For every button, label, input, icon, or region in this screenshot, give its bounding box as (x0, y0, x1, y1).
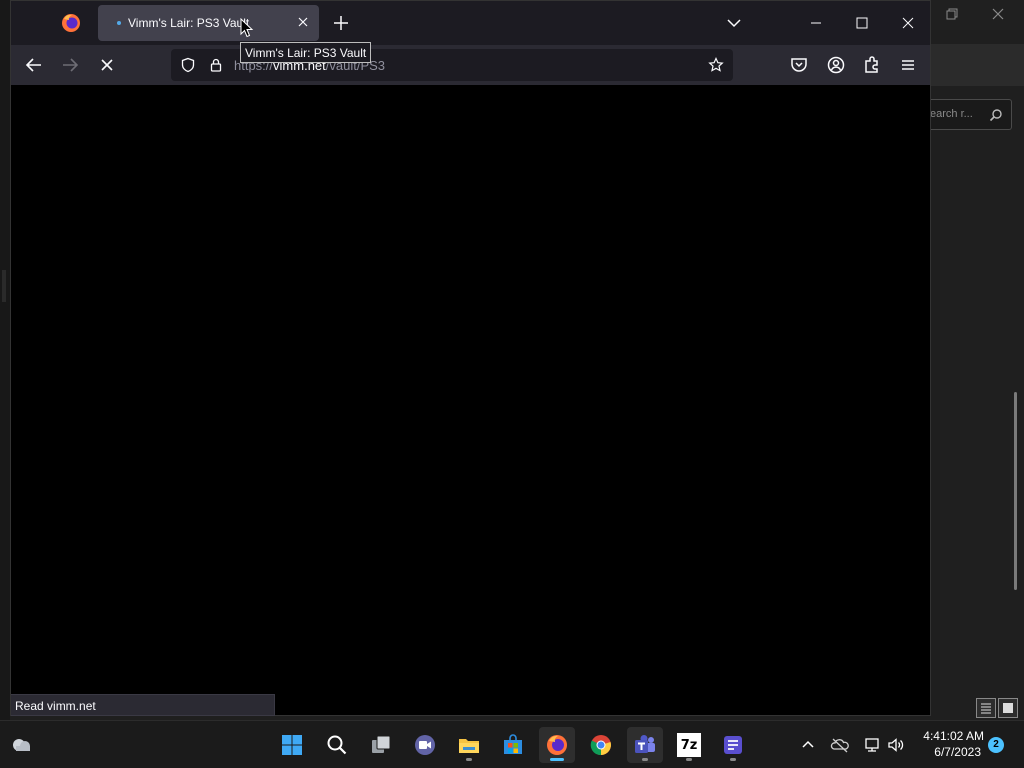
active-indicator (550, 758, 564, 761)
list-view-icon (981, 703, 991, 714)
restore-icon[interactable] (944, 6, 960, 22)
forward-arrow-icon[interactable] (58, 53, 82, 77)
microsoft-store-button[interactable] (495, 727, 531, 763)
status-panel: Read vimm.net (11, 694, 275, 716)
teams-button[interactable] (627, 727, 663, 763)
hamburger-menu-icon[interactable] (896, 53, 920, 77)
tab-vimms-lair[interactable]: Vimm's Lair: PS3 Vault (98, 5, 319, 41)
background-search-input[interactable]: earch r... (930, 99, 1012, 130)
teams-icon (635, 735, 655, 753)
background-scroll-mark (2, 270, 6, 302)
notification-badge[interactable]: 2 (988, 737, 1004, 753)
background-window-edge (0, 0, 10, 724)
firefox-taskbar-button[interactable] (539, 727, 575, 763)
running-indicator (642, 758, 648, 761)
notepad-icon (724, 736, 742, 754)
back-arrow-icon[interactable] (22, 53, 46, 77)
plus-icon[interactable] (331, 13, 351, 33)
shield-icon[interactable] (180, 57, 196, 73)
7zip-button[interactable]: 7z (671, 727, 707, 763)
firefox-icon (547, 735, 567, 755)
details-view-button[interactable] (976, 698, 996, 718)
task-view-button[interactable] (363, 727, 399, 763)
volume-icon[interactable] (886, 735, 906, 755)
windows-logo-icon (282, 735, 302, 755)
tab-loading-dot (117, 21, 121, 25)
close-window-icon[interactable] (894, 9, 922, 37)
navigation-toolbar: https://vimm.net/vault/PS3 (11, 45, 930, 85)
background-app-toolbar (930, 44, 1024, 86)
store-bag-icon (504, 734, 522, 754)
running-indicator (686, 758, 692, 761)
tab-title: Vimm's Lair: PS3 Vault (128, 16, 250, 30)
taskbar: 7z 4:41:02 AM 6/7/2023 2 (0, 720, 1024, 768)
search-icon[interactable] (988, 107, 1004, 123)
task-view-icon (372, 735, 391, 753)
network-icon[interactable] (862, 735, 882, 755)
minimize-icon[interactable] (802, 9, 830, 37)
mouse-cursor-icon (240, 18, 254, 38)
background-scrollbar[interactable] (1014, 392, 1017, 590)
chevron-up-icon[interactable] (798, 735, 818, 755)
notepad-button[interactable] (715, 727, 751, 763)
start-button[interactable] (274, 727, 310, 763)
weather-cloud-icon[interactable] (10, 733, 34, 757)
search-icon (327, 735, 347, 755)
maximize-icon[interactable] (848, 9, 876, 37)
chat-video-icon (415, 735, 435, 755)
page-content-area[interactable] (11, 85, 930, 715)
running-indicator (730, 758, 736, 761)
firefox-window: Vimm's Lair: PS3 Vault https://vimm.net/… (10, 0, 931, 716)
pocket-icon[interactable] (787, 53, 811, 77)
star-icon[interactable] (708, 57, 724, 73)
background-app-titlebar (930, 0, 1024, 30)
chat-button[interactable] (407, 727, 443, 763)
7zip-icon-label: 7z (680, 737, 698, 753)
status-text: Read vimm.net (15, 699, 96, 713)
7zip-icon: 7z (677, 733, 701, 757)
desktop-screen: earch r... Vimm's Lair: PS3 Vault https:… (0, 0, 1024, 768)
search-button[interactable] (319, 727, 355, 763)
firefox-logo-icon (62, 14, 80, 32)
clock-time[interactable]: 4:41:02 AM (914, 729, 984, 743)
lock-icon[interactable] (208, 57, 224, 73)
close-icon[interactable] (295, 14, 311, 30)
clock-date[interactable]: 6/7/2023 (914, 745, 981, 759)
tab-tooltip: Vimm's Lair: PS3 Vault (240, 42, 372, 63)
onedrive-offline-icon[interactable] (830, 735, 850, 755)
chrome-button[interactable] (583, 727, 619, 763)
stop-loading-icon[interactable] (95, 53, 119, 77)
preview-view-button[interactable] (998, 698, 1018, 718)
chevron-down-icon[interactable] (724, 13, 744, 33)
folder-icon (459, 739, 479, 753)
tab-strip: Vimm's Lair: PS3 Vault (11, 1, 930, 45)
close-icon[interactable] (990, 6, 1006, 22)
chrome-icon (590, 735, 611, 756)
file-explorer-button[interactable] (451, 727, 487, 763)
extensions-icon[interactable] (860, 53, 884, 77)
running-indicator (466, 758, 472, 761)
preview-pane-icon (1003, 703, 1013, 713)
background-search-placeholder: earch r... (930, 108, 973, 120)
account-icon[interactable] (824, 53, 848, 77)
